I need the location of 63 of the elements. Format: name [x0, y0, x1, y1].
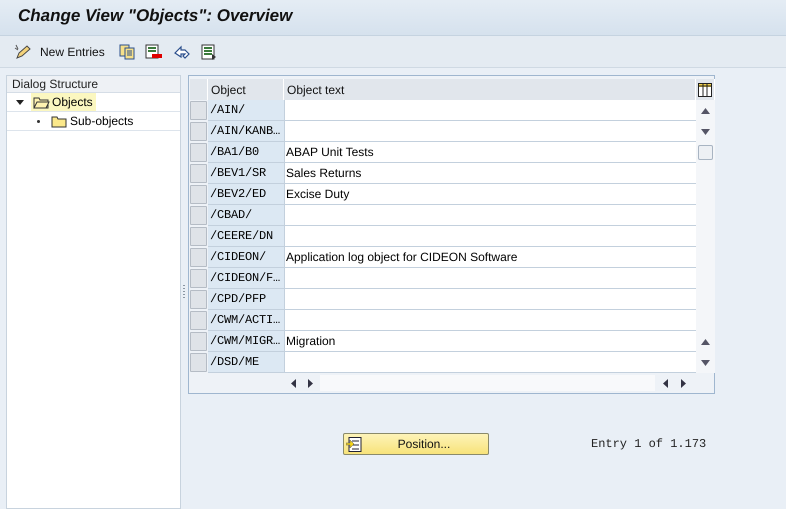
- new-entries-button[interactable]: New Entries: [12, 42, 107, 62]
- scroll-up-icon[interactable]: [701, 338, 710, 344]
- expanded-caret-icon[interactable]: [16, 98, 24, 106]
- table-cell: /CWM/MIGR…: [208, 331, 284, 352]
- folder-icon: [33, 96, 50, 108]
- tree-item[interactable]: Objects: [31, 93, 96, 111]
- table-cell: /CEERE/DN: [208, 226, 284, 247]
- row-selector[interactable]: [190, 206, 207, 225]
- scroll-down-icon[interactable]: [701, 128, 710, 134]
- row-selector[interactable]: [190, 185, 207, 204]
- scroll-up-icon[interactable]: [701, 108, 710, 114]
- column-header[interactable]: Object: [208, 79, 284, 100]
- column-settings-icon[interactable]: [696, 79, 715, 100]
- position-icon: [346, 436, 362, 452]
- tree-item[interactable]: Sub-objects: [49, 112, 136, 130]
- table-cell: /BEV2/ED: [208, 184, 284, 205]
- table-cell: /BEV1/SR: [208, 163, 284, 184]
- table-cell: Excise Duty: [284, 184, 696, 205]
- table-cell: /AIN/KANB…: [208, 121, 284, 142]
- header-corner: [190, 79, 208, 100]
- select-block-icon[interactable]: [200, 44, 217, 60]
- row-selector[interactable]: [190, 248, 207, 267]
- table-cell: Sales Returns: [284, 163, 696, 184]
- table-cell: /CPD/PFP: [208, 289, 284, 310]
- folder-icon: [51, 114, 68, 128]
- undo-icon[interactable]: [172, 44, 191, 60]
- table-cell: /CWM/ACTI…: [208, 310, 284, 331]
- pencil-icon: [14, 44, 32, 60]
- row-selector[interactable]: [190, 269, 207, 288]
- table-cell: /CIDEON/: [208, 247, 284, 268]
- entry-counter: Entry 1 of 1.173: [591, 437, 706, 451]
- row-selector[interactable]: [190, 143, 207, 162]
- column-header[interactable]: Object text: [284, 79, 696, 100]
- panel-header: Dialog Structure: [7, 76, 180, 93]
- scroll-right-icon[interactable]: [308, 378, 312, 388]
- row-selector[interactable]: [190, 227, 207, 246]
- scroll-left-icon[interactable]: [290, 378, 296, 388]
- table-cell: /CBAD/: [208, 205, 284, 226]
- copy-icon[interactable]: [118, 44, 135, 60]
- scroll-left-icon[interactable]: [662, 378, 668, 388]
- table-cell: ABAP Unit Tests: [284, 142, 696, 163]
- table-cell: Migration: [284, 331, 696, 352]
- vertical-scrollbar[interactable]: [696, 100, 715, 373]
- table-cell: Application log object for CIDEON Software: [284, 247, 696, 268]
- table-cell: /CIDEON/F…: [208, 268, 284, 289]
- row-selector[interactable]: [190, 332, 207, 351]
- scroll-thumb[interactable]: [698, 145, 713, 160]
- position-button[interactable]: Position...: [343, 433, 489, 455]
- row-selector[interactable]: [190, 101, 207, 120]
- row-selector[interactable]: [190, 311, 207, 330]
- scroll-right-icon[interactable]: [680, 378, 686, 388]
- row-selector[interactable]: [190, 164, 207, 183]
- window-title: Change View "Objects": Overview: [18, 6, 292, 26]
- scroll-down-icon[interactable]: [701, 360, 710, 366]
- row-selector[interactable]: [190, 353, 207, 372]
- table-cell: /AIN/: [208, 100, 284, 121]
- delete-icon[interactable]: [144, 44, 163, 60]
- row-selector[interactable]: [190, 290, 207, 309]
- table-cell: /DSD/ME: [208, 352, 284, 373]
- row-selector[interactable]: [190, 122, 207, 141]
- leaf-bullet-icon: [36, 120, 40, 122]
- table-cell: /BA1/B0: [208, 142, 284, 163]
- splitter-handle[interactable]: [183, 285, 185, 299]
